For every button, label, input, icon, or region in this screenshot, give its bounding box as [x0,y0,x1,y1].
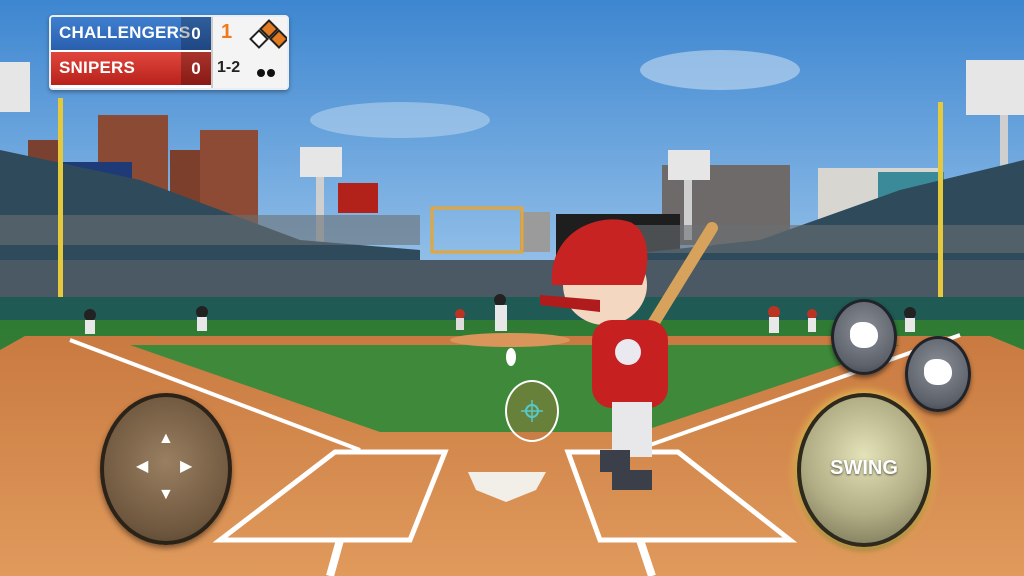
out-dot [257,69,265,77]
swing-label: SWING [830,457,898,479]
steal-button[interactable] [905,336,971,412]
outs-indicator [257,64,277,82]
movement-joystick[interactable]: ▲ ◀ ▶ ▼ [100,393,232,545]
arrow-down-icon: ▼ [158,486,174,503]
team-name: CHALLENGERS [59,23,191,42]
arrow-up-icon: ▲ [158,430,174,447]
glove-icon [924,359,952,385]
out-dot [267,69,275,77]
inning-number: 1 [221,21,233,43]
bunt-button[interactable] [831,299,897,375]
team-name: SNIPERS [59,58,136,77]
team-score: 0 [181,52,211,85]
inning-indicator: 1 [221,21,232,44]
bases-diamond-icon [249,19,287,49]
team-score: 0 [181,17,211,50]
swing-button[interactable]: SWING [797,393,931,547]
arrow-right-icon: ▶ [180,458,193,475]
team-row-snipers: SNIPERS 0 [51,52,211,85]
glove-icon [850,322,878,348]
arrow-left-icon: ◀ [136,458,149,475]
aim-reticle[interactable] [505,380,559,442]
ball-strike-count: 1-2 [217,59,241,76]
team-row-challengers: CHALLENGERS 0 [51,17,211,50]
crosshair-icon [521,400,543,422]
game-state-panel: 1 1-2 [211,17,287,88]
scoreboard: CHALLENGERS 0 SNIPERS 0 1 1-2 [49,15,289,90]
